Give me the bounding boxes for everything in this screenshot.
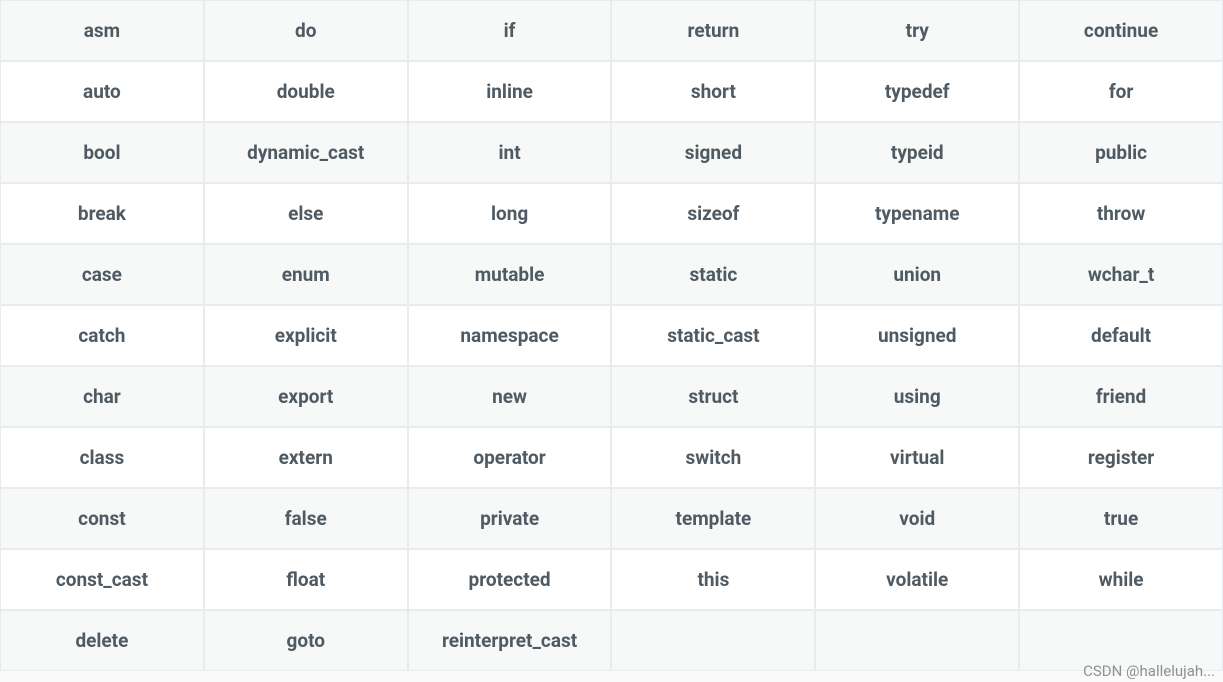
table-cell: volatile [815,549,1019,610]
table-cell: static [611,244,815,305]
table-cell: const [0,488,204,549]
table-cell: switch [611,427,815,488]
table-cell: char [0,366,204,427]
table-cell: double [204,61,408,122]
table-cell: long [408,183,612,244]
table-cell: while [1019,549,1223,610]
table-cell: typename [815,183,1019,244]
table-cell: namespace [408,305,612,366]
table-cell: goto [204,610,408,671]
table-cell: auto [0,61,204,122]
table-cell: throw [1019,183,1223,244]
table-row: booldynamic_castintsignedtypeidpublic [0,122,1223,183]
table-row: autodoubleinlineshorttypedeffor [0,61,1223,122]
table-cell: unsigned [815,305,1019,366]
table-cell: typeid [815,122,1019,183]
table-cell: mutable [408,244,612,305]
table-cell: default [1019,305,1223,366]
table-cell: typedef [815,61,1019,122]
table-cell: continue [1019,0,1223,61]
table-cell: template [611,488,815,549]
table-cell: virtual [815,427,1019,488]
table-cell: this [611,549,815,610]
table-cell: if [408,0,612,61]
table-cell: public [1019,122,1223,183]
table-cell: case [0,244,204,305]
table-cell: explicit [204,305,408,366]
table-row: breakelselongsizeoftypenamethrow [0,183,1223,244]
table-row: classexternoperatorswitchvirtualregister [0,427,1223,488]
table-cell [1019,610,1223,671]
table-cell: const_cast [0,549,204,610]
table-row: deletegotoreinterpret_cast [0,610,1223,671]
table-cell: float [204,549,408,610]
table-cell: break [0,183,204,244]
table-cell: try [815,0,1019,61]
table-cell: enum [204,244,408,305]
table-cell: operator [408,427,612,488]
table-cell: int [408,122,612,183]
table-cell: inline [408,61,612,122]
table-cell: export [204,366,408,427]
table-cell: short [611,61,815,122]
table-row: asmdoifreturntrycontinue [0,0,1223,61]
table-cell: void [815,488,1019,549]
table-cell [815,610,1019,671]
table-cell: using [815,366,1019,427]
table-cell: catch [0,305,204,366]
table-cell: for [1019,61,1223,122]
table-cell: static_cast [611,305,815,366]
table-cell: asm [0,0,204,61]
table-cell: sizeof [611,183,815,244]
table-row: charexportnewstructusingfriend [0,366,1223,427]
table-row: constfalseprivatetemplatevoidtrue [0,488,1223,549]
table-row: const_castfloatprotectedthisvolatilewhil… [0,549,1223,610]
table-cell: wchar_t [1019,244,1223,305]
table-cell [611,610,815,671]
table-row: catchexplicitnamespacestatic_castunsigne… [0,305,1223,366]
table-cell: register [1019,427,1223,488]
table-cell: union [815,244,1019,305]
table-cell: protected [408,549,612,610]
table-cell: return [611,0,815,61]
table-cell: true [1019,488,1223,549]
table-cell: extern [204,427,408,488]
table-cell: bool [0,122,204,183]
table-cell: false [204,488,408,549]
table-cell: do [204,0,408,61]
table-cell: else [204,183,408,244]
table-cell: new [408,366,612,427]
table-cell: signed [611,122,815,183]
table-cell: delete [0,610,204,671]
table-row: caseenummutablestaticunionwchar_t [0,244,1223,305]
table-cell: friend [1019,366,1223,427]
table-cell: private [408,488,612,549]
table-cell: struct [611,366,815,427]
table-cell: class [0,427,204,488]
table-cell: dynamic_cast [204,122,408,183]
table-cell: reinterpret_cast [408,610,612,671]
keywords-table-body: asmdoifreturntrycontinueautodoubleinline… [0,0,1223,671]
keywords-table: asmdoifreturntrycontinueautodoubleinline… [0,0,1223,671]
